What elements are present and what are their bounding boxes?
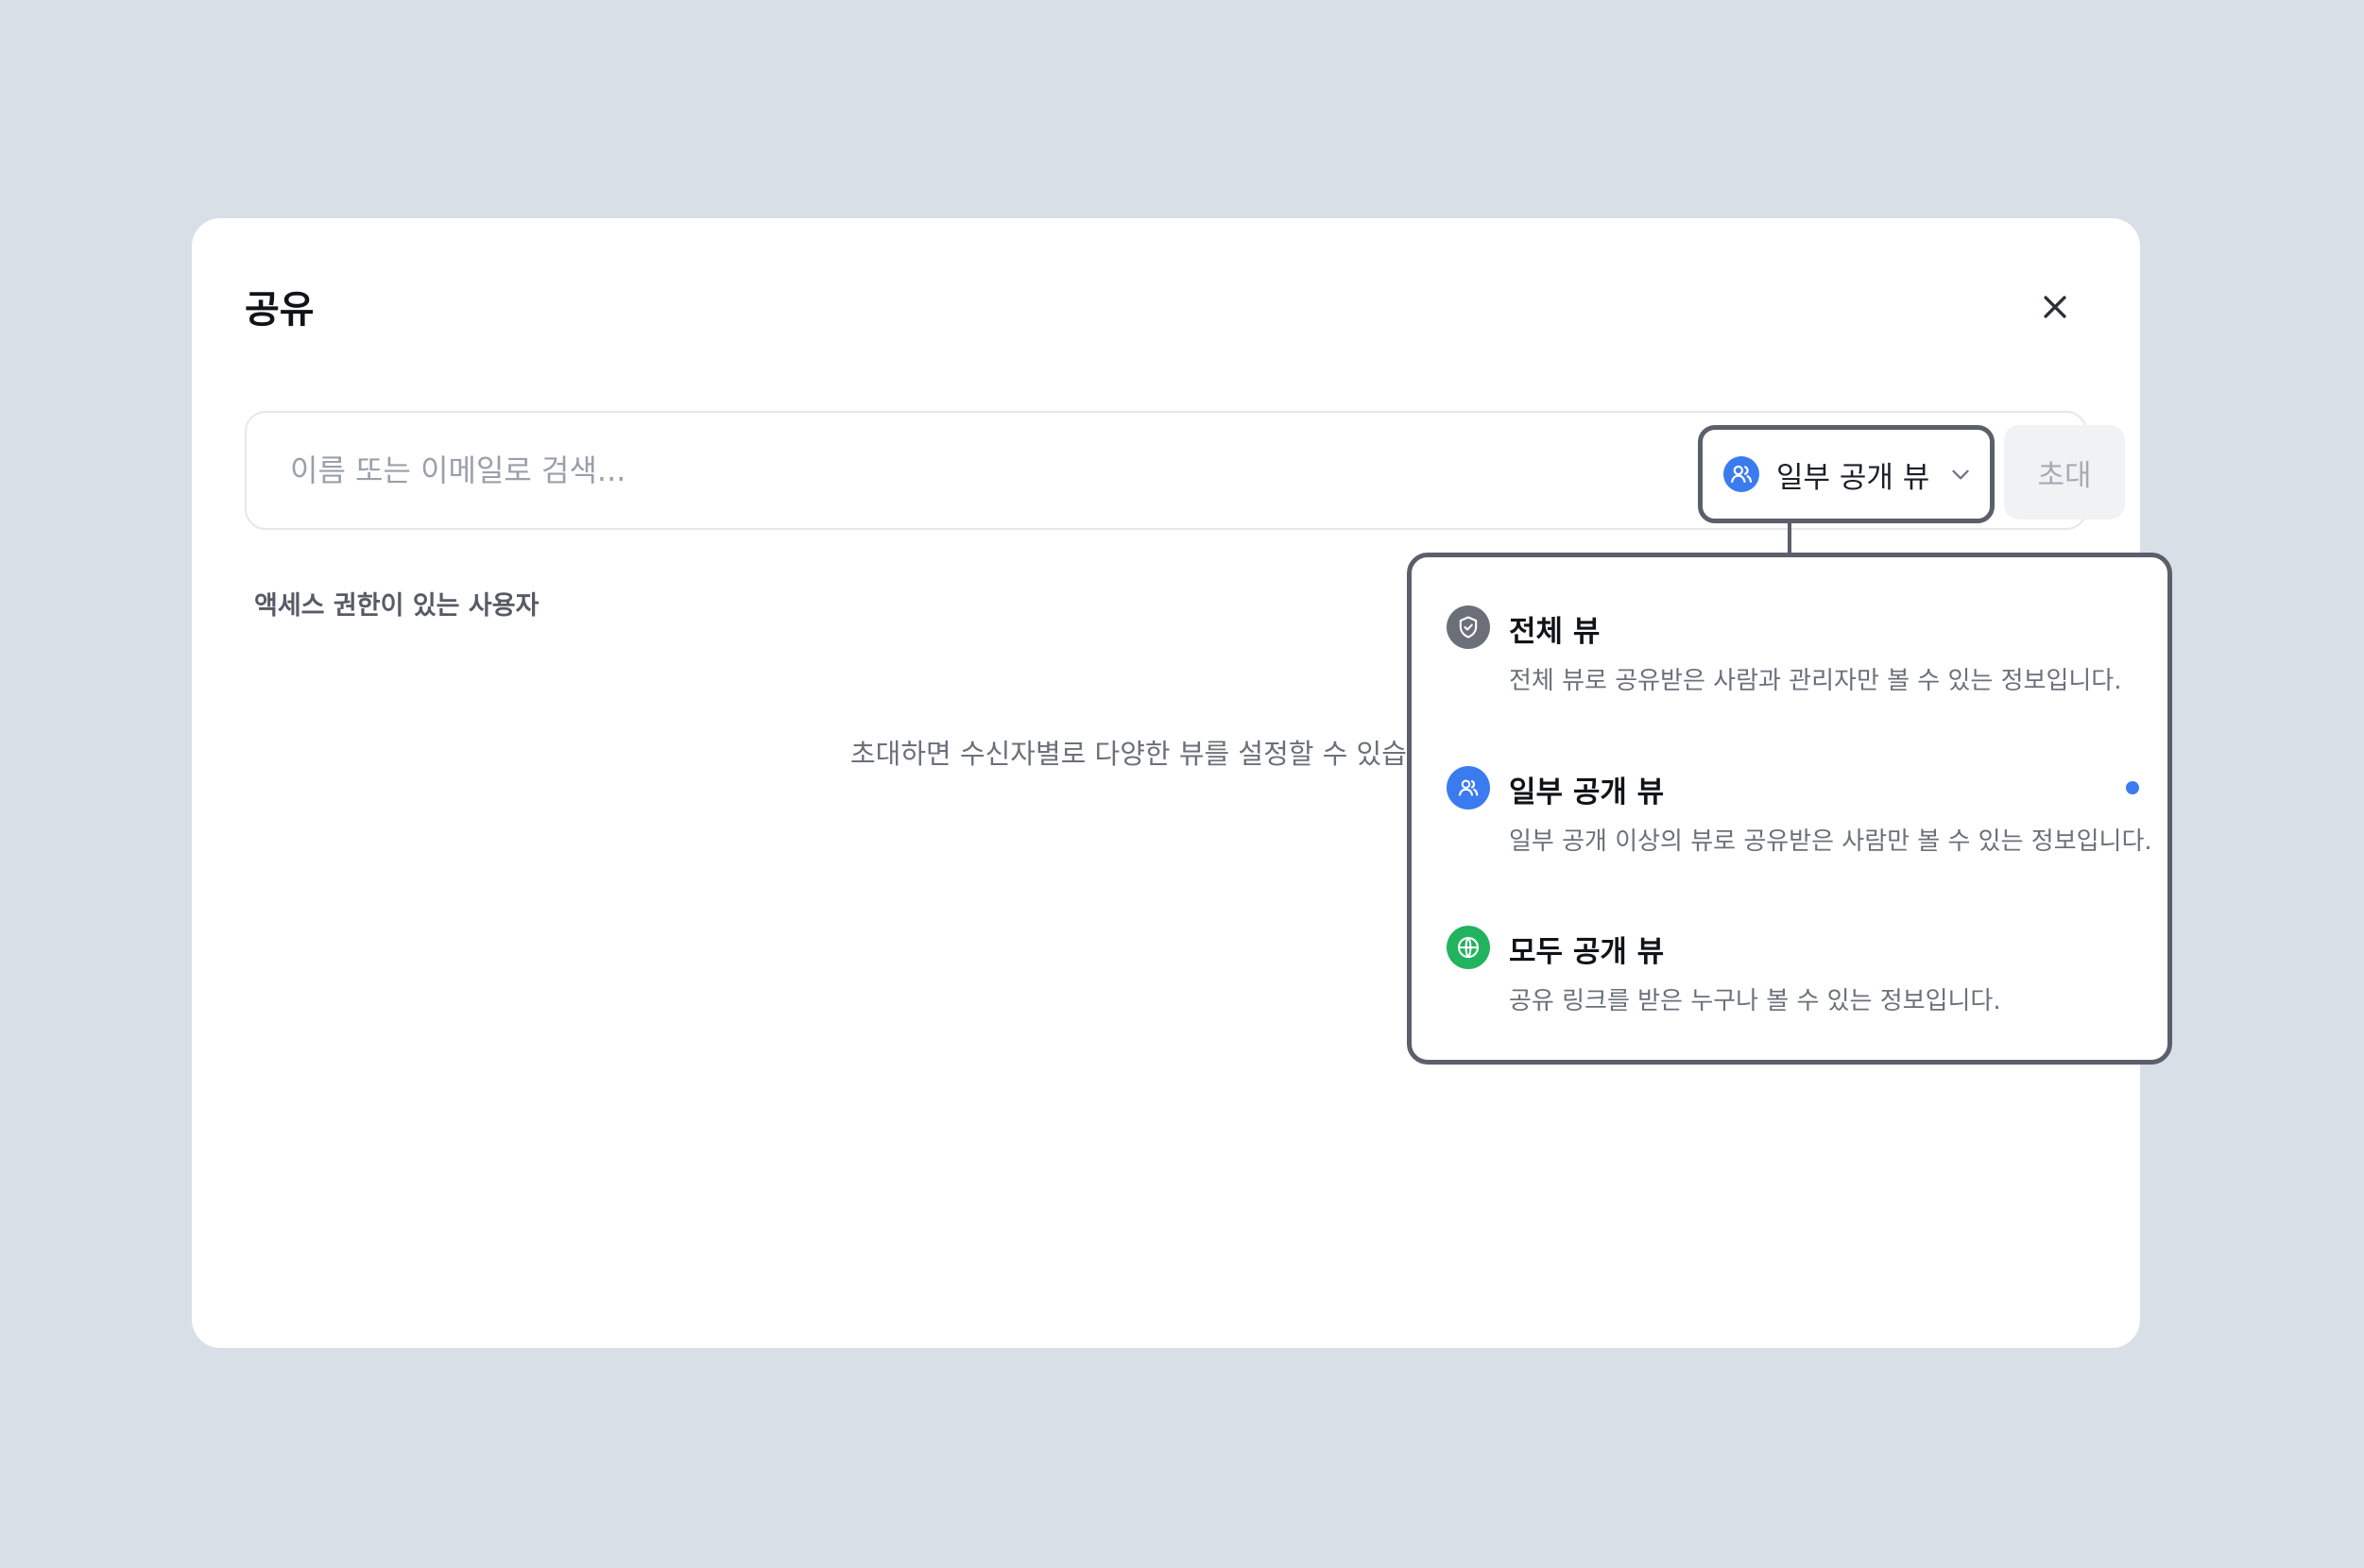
view-select-label: 일부 공개 뷰 xyxy=(1776,460,1930,495)
view-options-dropdown: 전체 뷰 전체 뷰로 공유받은 사람과 관리자만 볼 수 있는 정보입니다. 일… xyxy=(1407,553,2172,1065)
option-label: 전체 뷰 xyxy=(1509,615,1601,649)
globe-icon xyxy=(1447,926,1490,969)
option-description: 공유 링크를 받은 누구나 볼 수 있는 정보입니다. xyxy=(1509,987,2001,1015)
close-icon xyxy=(2044,296,2066,318)
option-label: 모두 공개 뷰 xyxy=(1509,935,1665,969)
option-partial-view[interactable]: 일부 공개 뷰 일부 공개 이상의 뷰로 공유받은 사람만 볼 수 있는 정보입… xyxy=(1412,718,2167,856)
option-public-view[interactable]: 모두 공개 뷰 공유 링크를 받은 누구나 볼 수 있는 정보입니다. xyxy=(1412,878,2167,1015)
view-permission-select[interactable]: 일부 공개 뷰 xyxy=(1698,425,1995,523)
close-button[interactable] xyxy=(2029,281,2081,333)
option-description: 전체 뷰로 공유받은 사람과 관리자만 볼 수 있는 정보입니다. xyxy=(1509,667,2122,695)
option-description: 일부 공개 이상의 뷰로 공유받은 사람만 볼 수 있는 정보입니다. xyxy=(1509,827,2152,856)
users-icon xyxy=(1723,456,1759,492)
search-input[interactable] xyxy=(290,439,1575,502)
option-label: 일부 공개 뷰 xyxy=(1509,775,1665,810)
invite-button[interactable]: 초대 xyxy=(2004,425,2125,520)
dropdown-connector xyxy=(1788,520,1791,556)
dialog-title: 공유 xyxy=(245,288,315,332)
chevron-down-icon xyxy=(1952,469,1969,480)
option-full-view[interactable]: 전체 뷰 전체 뷰로 공유받은 사람과 관리자만 볼 수 있는 정보입니다. xyxy=(1412,557,2167,695)
search-box: 일부 공개 뷰 초대 xyxy=(245,411,2125,530)
shield-check-icon xyxy=(1447,605,1490,649)
access-section-label: 액세스 권한이 있는 사용자 xyxy=(254,591,540,621)
selected-indicator-dot xyxy=(2126,781,2139,794)
users-icon xyxy=(1447,766,1490,810)
